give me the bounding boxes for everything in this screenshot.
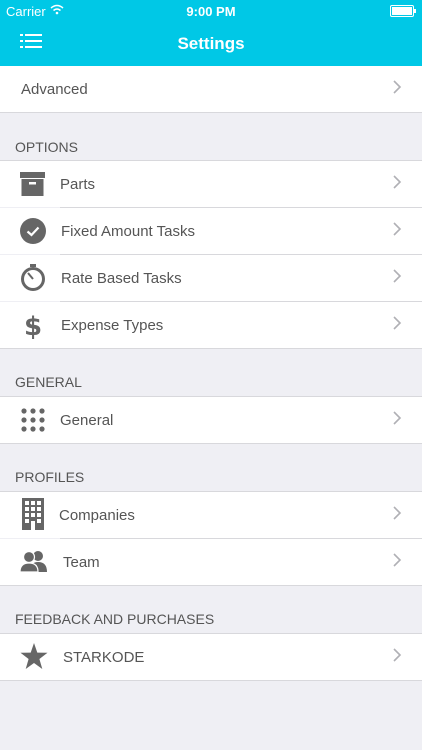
checkmark-circle-icon xyxy=(20,218,46,244)
row-label: Expense Types xyxy=(61,317,164,334)
star-icon xyxy=(20,643,48,669)
chevron-right-icon xyxy=(393,553,402,567)
section-header-profiles: PROFILES xyxy=(15,469,85,485)
separator xyxy=(0,348,422,349)
svg-text:$: $ xyxy=(24,312,42,339)
chevron-right-icon xyxy=(393,269,402,283)
chevron-right-icon xyxy=(393,175,402,189)
section-header-feedback: FEEDBACK AND PURCHASES xyxy=(15,611,215,627)
separator xyxy=(0,585,422,586)
archive-box-icon xyxy=(20,172,45,196)
row-rate-based-tasks[interactable]: Rate Based Tasks xyxy=(0,255,422,301)
row-label: STARKODE xyxy=(63,649,145,666)
dots-grid-icon xyxy=(21,408,45,432)
row-advanced[interactable]: Advanced xyxy=(0,66,422,112)
row-label: Rate Based Tasks xyxy=(61,270,182,287)
row-label: Parts xyxy=(60,176,96,193)
row-label: Companies xyxy=(59,507,135,524)
chevron-right-icon xyxy=(393,411,402,425)
building-icon xyxy=(22,498,44,530)
chevron-right-icon xyxy=(393,506,402,520)
row-fixed-amount-tasks[interactable]: Fixed Amount Tasks xyxy=(0,208,422,254)
row-parts[interactable]: Parts xyxy=(0,161,422,207)
row-expense-types[interactable]: $ Expense Types xyxy=(0,302,422,348)
separator xyxy=(0,680,422,681)
row-label: Team xyxy=(63,554,100,571)
row-starkode[interactable]: STARKODE xyxy=(0,634,422,680)
people-icon xyxy=(20,550,47,572)
chevron-right-icon xyxy=(393,648,402,662)
row-label: Advanced xyxy=(21,81,88,98)
section-header-general: GENERAL xyxy=(15,374,82,390)
stopwatch-icon xyxy=(21,264,45,291)
chevron-right-icon xyxy=(393,316,402,330)
separator xyxy=(0,443,422,444)
separator xyxy=(0,112,422,113)
status-time: 9:00 PM xyxy=(186,4,236,19)
dollar-sign-icon: $ xyxy=(24,312,42,339)
battery-icon xyxy=(390,5,416,17)
row-team[interactable]: Team xyxy=(0,539,422,585)
row-label: Fixed Amount Tasks xyxy=(61,223,195,240)
section-header-options: OPTIONS xyxy=(15,139,79,155)
status-bar: Carrier 9:00 PM xyxy=(0,0,422,22)
row-companies[interactable]: Companies xyxy=(0,492,422,538)
row-general[interactable]: General xyxy=(0,397,422,443)
chevron-right-icon xyxy=(393,80,402,94)
row-label: General xyxy=(60,412,114,429)
navigation-bar: Carrier 9:00 PM Settings xyxy=(0,0,422,66)
page-title: Settings xyxy=(177,34,245,53)
chevron-right-icon xyxy=(393,222,402,236)
